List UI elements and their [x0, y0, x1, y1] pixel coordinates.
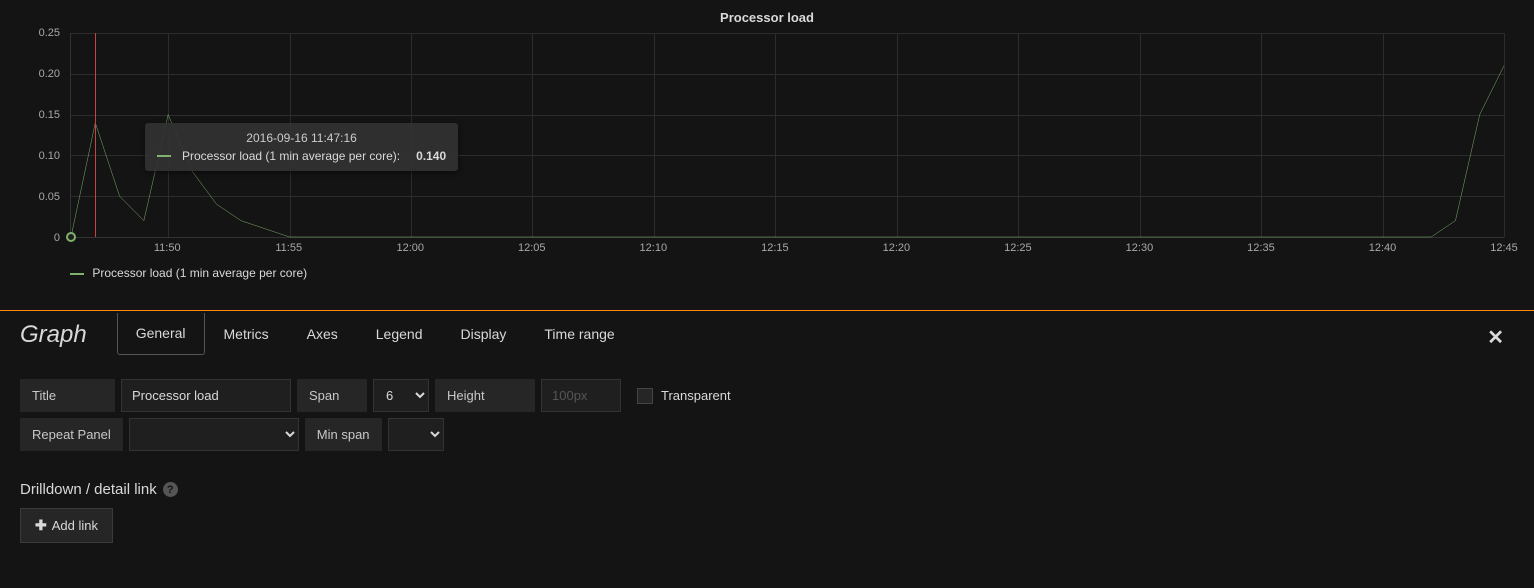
- tooltip-time: 2016-09-16 11:47:16: [157, 131, 446, 145]
- tooltip-swatch: [157, 155, 171, 157]
- add-link-button[interactable]: ✚ Add link: [20, 508, 113, 543]
- y-axis: 00.050.100.150.200.25: [20, 33, 70, 238]
- minspan-label: Min span: [305, 418, 382, 451]
- minspan-select[interactable]: [388, 418, 444, 451]
- chart-legend[interactable]: Processor load (1 min average per core): [70, 266, 1514, 280]
- x-tick: 12:20: [883, 242, 911, 254]
- x-axis: 11:50 11:55 12:00 12:05 12:10 12:15 12:20 12:25…: [70, 238, 1504, 258]
- title-input[interactable]: [121, 379, 291, 412]
- span-select[interactable]: 6: [373, 379, 429, 412]
- transparent-label: Transparent: [661, 388, 731, 403]
- x-tick: 12:40: [1369, 242, 1397, 254]
- y-tick: 0.20: [39, 68, 60, 80]
- chart-plot-area[interactable]: 00.050.100.150.200.25 2016-09-16 11:47:1…: [20, 33, 1504, 238]
- x-tick: 12:35: [1247, 242, 1275, 254]
- y-tick: 0.15: [39, 109, 60, 121]
- drilldown-title: Drilldown / detail link: [20, 481, 157, 498]
- y-tick: 0.05: [39, 191, 60, 203]
- x-tick: 12:45: [1490, 242, 1518, 254]
- chart-title: Processor load: [20, 10, 1514, 25]
- height-input[interactable]: [541, 379, 621, 412]
- editor-type-title: Graph: [20, 311, 87, 359]
- panel-editor: Graph GeneralMetricsAxesLegendDisplayTim…: [0, 310, 1534, 563]
- transparent-checkbox[interactable]: [637, 388, 653, 404]
- legend-swatch: [70, 273, 84, 275]
- x-tick: 12:30: [1126, 242, 1154, 254]
- legend-label: Processor load (1 min average per core): [92, 266, 307, 280]
- plus-icon: ✚: [35, 517, 47, 534]
- repeat-label: Repeat Panel: [20, 418, 123, 451]
- x-tick: 12:15: [761, 242, 789, 254]
- y-tick: 0: [54, 232, 60, 244]
- x-tick: 12:10: [640, 242, 668, 254]
- x-tick: 11:50: [154, 242, 181, 254]
- close-icon[interactable]: ✕: [1487, 325, 1504, 350]
- title-label: Title: [20, 379, 115, 412]
- tab-legend[interactable]: Legend: [357, 313, 442, 355]
- chart-panel: Processor load 0 0.05 0.10 0.15 0.20 0.25 201…: [0, 0, 1534, 310]
- crosshair-line: [95, 33, 96, 237]
- tooltip-series-label: Processor load (1 min average per core):: [182, 149, 400, 163]
- span-label: Span: [297, 379, 367, 412]
- tab-time-range[interactable]: Time range: [525, 313, 633, 355]
- y-tick: 0.25: [39, 27, 60, 39]
- x-tick: 12:00: [397, 242, 425, 254]
- help-icon[interactable]: ?: [163, 482, 178, 497]
- x-tick: 12:25: [1004, 242, 1032, 254]
- x-tick: 12:05: [518, 242, 546, 254]
- tooltip-value: 0.140: [416, 149, 446, 163]
- tab-axes[interactable]: Axes: [288, 313, 357, 355]
- editor-tabs: GeneralMetricsAxesLegendDisplayTime rang…: [117, 314, 634, 356]
- x-tick: 11:55: [275, 242, 302, 254]
- tab-metrics[interactable]: Metrics: [205, 313, 288, 355]
- tab-display[interactable]: Display: [441, 313, 525, 355]
- y-tick: 0.10: [39, 150, 60, 162]
- repeat-select[interactable]: [129, 418, 299, 451]
- add-link-label: Add link: [52, 518, 98, 533]
- editor-header: Graph GeneralMetricsAxesLegendDisplayTim…: [20, 311, 1514, 359]
- chart-tooltip: 2016-09-16 11:47:16 Processor load (1 mi…: [145, 123, 458, 171]
- tab-general[interactable]: General: [117, 313, 205, 355]
- height-label: Height: [435, 379, 535, 412]
- general-form: Title Span 6 Height Transparent Repeat P…: [20, 379, 1514, 451]
- drilldown-section: Drilldown / detail link ? ✚ Add link: [20, 481, 1514, 543]
